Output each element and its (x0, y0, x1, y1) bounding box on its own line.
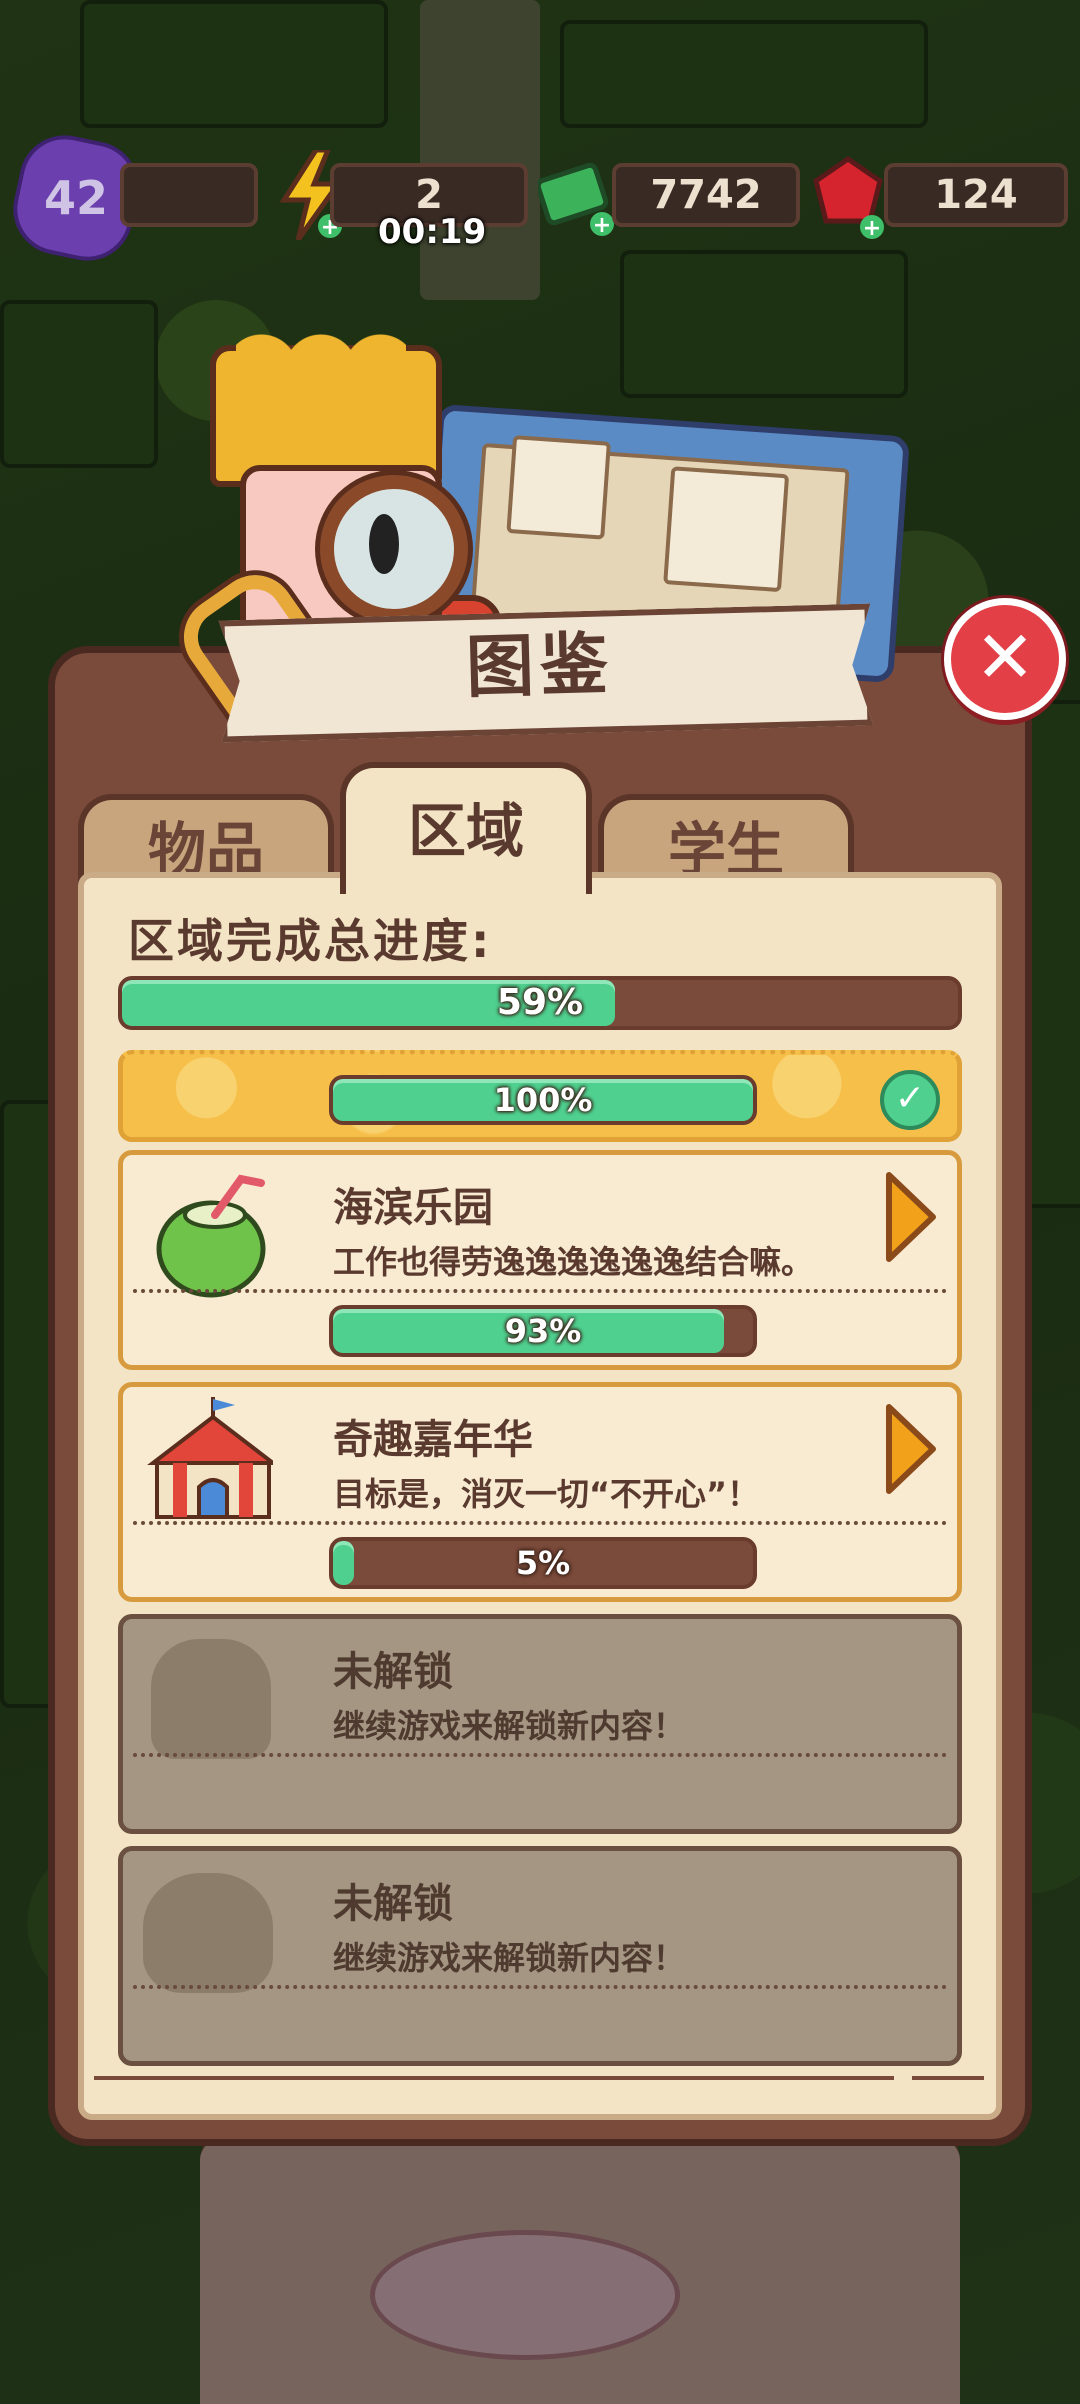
energy-timer: 00:19 (378, 212, 487, 252)
area-card-carnival[interactable]: 奇趣嘉年华 目标是，消灭一切“不开心”！ 5% (118, 1382, 962, 1602)
area-progress-text: 93% (504, 1312, 582, 1350)
svg-text:+: + (593, 213, 611, 238)
scroll-thumb[interactable] (912, 2076, 984, 2080)
area-title: 奇趣嘉年华 (333, 1417, 533, 1463)
circus-tent-icon (143, 1393, 279, 1523)
coconut-drink-icon (149, 1169, 279, 1299)
scroll-track[interactable] (94, 2076, 894, 2080)
player-level: 42 (43, 171, 108, 225)
open-area-arrow-button[interactable] (883, 1169, 939, 1265)
cash-counter[interactable]: 7742 (612, 163, 800, 227)
area-description: 继续游戏来解锁新内容！ (333, 1939, 686, 1977)
open-area-arrow-button[interactable] (883, 1401, 939, 1497)
area-card-seaside-park[interactable]: 海滨乐园 工作也得劳逸逸逸逸逸逸结合嘛。 93% (118, 1150, 962, 1370)
tab-areas[interactable]: 区域 (340, 762, 592, 894)
area-title: 未解锁 (333, 1881, 453, 1927)
area-progress-bar: 93% (329, 1305, 757, 1357)
area-progress-text: 100% (493, 1081, 593, 1119)
total-progress-text: 59% (496, 982, 584, 1023)
cash-icon: + (535, 158, 618, 238)
area-card-locked: 未解锁 继续游戏来解锁新内容！ (118, 1614, 962, 1834)
total-progress-bar: 59% (118, 976, 962, 1030)
panel-title: 图鉴 (464, 625, 615, 708)
area-progress-bar: 100% (329, 1075, 757, 1125)
ruby-gem-icon: + (808, 155, 888, 241)
area-card-locked: 未解锁 继续游戏来解锁新内容！ (118, 1846, 962, 2066)
locked-area-silhouette (151, 1639, 271, 1759)
player-level-badge[interactable]: 42 (4, 126, 148, 270)
locked-area-silhouette (143, 1873, 273, 1993)
area-title: 未解锁 (333, 1649, 453, 1695)
checkmark-icon: ✓ (880, 1070, 940, 1130)
area-progress-text: 5% (515, 1544, 571, 1582)
area-title: 海滨乐园 (333, 1185, 493, 1231)
close-button[interactable]: ✕ (944, 598, 1066, 720)
svg-text:+: + (863, 216, 881, 241)
xp-bar (120, 163, 258, 227)
area-description: 继续游戏来解锁新内容！ (333, 1707, 686, 1745)
gem-counter[interactable]: 124 (884, 163, 1068, 227)
total-progress-label: 区域完成总进度: (128, 914, 493, 968)
area-card-completed[interactable]: 100% (118, 1050, 962, 1142)
area-progress-bar: 5% (329, 1537, 757, 1589)
area-description: 目标是，消灭一切“不开心”！ (333, 1475, 760, 1513)
area-description: 工作也得劳逸逸逸逸逸逸结合嘛。 (333, 1243, 814, 1281)
